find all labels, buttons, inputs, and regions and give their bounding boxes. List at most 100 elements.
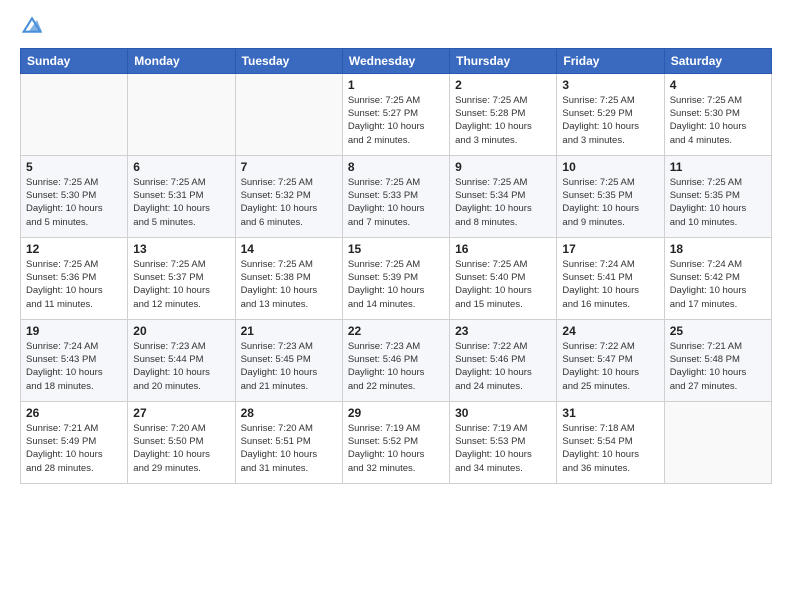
day-info: Sunrise: 7:25 AM Sunset: 5:30 PM Dayligh…: [670, 94, 766, 147]
day-number: 2: [455, 78, 551, 92]
calendar-cell: 26Sunrise: 7:21 AM Sunset: 5:49 PM Dayli…: [21, 401, 128, 483]
calendar-cell: 2 Sunrise: 7:25 AM Sunset: 5:28 PM Daylig…: [450, 73, 557, 155]
day-number: 22: [348, 324, 444, 338]
day-info: Sunrise: 7:25 AM Sunset: 5:33 PM Dayligh…: [348, 176, 444, 229]
calendar-cell: 22 Sunrise: 7:23 AM Sunset: 5:46 PM Dayli…: [342, 319, 449, 401]
day-info: Sunrise: 7:23 AM Sunset: 5:46 PM Dayligh…: [348, 340, 444, 393]
day-info: Sunrise: 7:25 AM Sunset: 5:35 PM Dayligh…: [562, 176, 658, 229]
calendar-week-4: 19 Sunrise: 7:24 AM Sunset: 5:43 PM Dayli…: [21, 319, 772, 401]
day-number: 8: [348, 160, 444, 174]
calendar-cell: 30Sunrise: 7:19 AM Sunset: 5:53 PM Dayli…: [450, 401, 557, 483]
calendar-cell: 18 Sunrise: 7:24 AM Sunset: 5:42 PM Dayli…: [664, 237, 771, 319]
day-number: 4: [670, 78, 766, 92]
day-number: 3: [562, 78, 658, 92]
day-number: 19: [26, 324, 122, 338]
day-number: 29: [348, 406, 444, 420]
calendar-week-2: 5 Sunrise: 7:25 AM Sunset: 5:30 PM Daylig…: [21, 155, 772, 237]
day-info: Sunrise: 7:23 AM Sunset: 5:44 PM Dayligh…: [133, 340, 229, 393]
calendar-cell: 24Sunrise: 7:22 AM Sunset: 5:47 PM Dayli…: [557, 319, 664, 401]
day-info: Sunrise: 7:25 AM Sunset: 5:37 PM Dayligh…: [133, 258, 229, 311]
day-info: Sunrise: 7:19 AM Sunset: 5:53 PM Dayligh…: [455, 422, 551, 475]
day-info: Sunrise: 7:25 AM Sunset: 5:29 PM Dayligh…: [562, 94, 658, 147]
weekday-header-row: SundayMondayTuesdayWednesdayThursdayFrid…: [21, 48, 772, 73]
calendar-cell: 27 Sunrise: 7:20 AM Sunset: 5:50 PM Dayli…: [128, 401, 235, 483]
day-info: Sunrise: 7:25 AM Sunset: 5:30 PM Dayligh…: [26, 176, 122, 229]
weekday-sunday: Sunday: [21, 48, 128, 73]
day-info: Sunrise: 7:25 AM Sunset: 5:28 PM Dayligh…: [455, 94, 551, 147]
day-info: Sunrise: 7:21 AM Sunset: 5:48 PM Dayligh…: [670, 340, 766, 393]
day-number: 1: [348, 78, 444, 92]
calendar-header: SundayMondayTuesdayWednesdayThursdayFrid…: [21, 48, 772, 73]
day-info: Sunrise: 7:25 AM Sunset: 5:39 PM Dayligh…: [348, 258, 444, 311]
day-number: 31: [562, 406, 658, 420]
day-info: Sunrise: 7:25 AM Sunset: 5:36 PM Dayligh…: [26, 258, 122, 311]
weekday-saturday: Saturday: [664, 48, 771, 73]
day-info: Sunrise: 7:25 AM Sunset: 5:35 PM Dayligh…: [670, 176, 766, 229]
calendar-cell: [664, 401, 771, 483]
calendar-cell: 6 Sunrise: 7:25 AM Sunset: 5:31 PM Daylig…: [128, 155, 235, 237]
day-info: Sunrise: 7:25 AM Sunset: 5:34 PM Dayligh…: [455, 176, 551, 229]
calendar-cell: 20Sunrise: 7:23 AM Sunset: 5:44 PM Dayli…: [128, 319, 235, 401]
day-number: 5: [26, 160, 122, 174]
day-number: 9: [455, 160, 551, 174]
weekday-wednesday: Wednesday: [342, 48, 449, 73]
calendar-table: SundayMondayTuesdayWednesdayThursdayFrid…: [20, 48, 772, 484]
calendar-cell: 14Sunrise: 7:25 AM Sunset: 5:38 PM Dayli…: [235, 237, 342, 319]
calendar-cell: 13 Sunrise: 7:25 AM Sunset: 5:37 PM Dayli…: [128, 237, 235, 319]
calendar-cell: 15 Sunrise: 7:25 AM Sunset: 5:39 PM Dayli…: [342, 237, 449, 319]
calendar-cell: 25 Sunrise: 7:21 AM Sunset: 5:48 PM Dayli…: [664, 319, 771, 401]
day-number: 18: [670, 242, 766, 256]
day-number: 6: [133, 160, 229, 174]
calendar-cell: 28Sunrise: 7:20 AM Sunset: 5:51 PM Dayli…: [235, 401, 342, 483]
day-number: 13: [133, 242, 229, 256]
weekday-friday: Friday: [557, 48, 664, 73]
day-number: 23: [455, 324, 551, 338]
day-info: Sunrise: 7:25 AM Sunset: 5:40 PM Dayligh…: [455, 258, 551, 311]
day-info: Sunrise: 7:21 AM Sunset: 5:49 PM Dayligh…: [26, 422, 122, 475]
weekday-monday: Monday: [128, 48, 235, 73]
day-info: Sunrise: 7:19 AM Sunset: 5:52 PM Dayligh…: [348, 422, 444, 475]
calendar-cell: 11Sunrise: 7:25 AM Sunset: 5:35 PM Dayli…: [664, 155, 771, 237]
calendar-cell: 12 Sunrise: 7:25 AM Sunset: 5:36 PM Dayli…: [21, 237, 128, 319]
calendar-week-3: 12 Sunrise: 7:25 AM Sunset: 5:36 PM Dayli…: [21, 237, 772, 319]
calendar-week-5: 26Sunrise: 7:21 AM Sunset: 5:49 PM Dayli…: [21, 401, 772, 483]
calendar-cell: 3 Sunrise: 7:25 AM Sunset: 5:29 PM Daylig…: [557, 73, 664, 155]
day-number: 17: [562, 242, 658, 256]
day-info: Sunrise: 7:24 AM Sunset: 5:41 PM Dayligh…: [562, 258, 658, 311]
calendar-cell: 23 Sunrise: 7:22 AM Sunset: 5:46 PM Dayli…: [450, 319, 557, 401]
day-info: Sunrise: 7:18 AM Sunset: 5:54 PM Dayligh…: [562, 422, 658, 475]
calendar-cell: [128, 73, 235, 155]
day-number: 12: [26, 242, 122, 256]
day-number: 21: [241, 324, 337, 338]
day-info: Sunrise: 7:23 AM Sunset: 5:45 PM Dayligh…: [241, 340, 337, 393]
day-info: Sunrise: 7:25 AM Sunset: 5:38 PM Dayligh…: [241, 258, 337, 311]
day-number: 10: [562, 160, 658, 174]
day-number: 15: [348, 242, 444, 256]
calendar-cell: 19 Sunrise: 7:24 AM Sunset: 5:43 PM Dayli…: [21, 319, 128, 401]
calendar-cell: 4 Sunrise: 7:25 AM Sunset: 5:30 PM Daylig…: [664, 73, 771, 155]
calendar-body: 1 Sunrise: 7:25 AM Sunset: 5:27 PM Daylig…: [21, 73, 772, 483]
weekday-thursday: Thursday: [450, 48, 557, 73]
page-header: [20, 15, 772, 40]
logo: [20, 15, 42, 40]
day-info: Sunrise: 7:25 AM Sunset: 5:31 PM Dayligh…: [133, 176, 229, 229]
calendar-cell: 16 Sunrise: 7:25 AM Sunset: 5:40 PM Dayli…: [450, 237, 557, 319]
calendar-cell: 5 Sunrise: 7:25 AM Sunset: 5:30 PM Daylig…: [21, 155, 128, 237]
calendar-cell: 8 Sunrise: 7:25 AM Sunset: 5:33 PM Daylig…: [342, 155, 449, 237]
calendar-cell: 21 Sunrise: 7:23 AM Sunset: 5:45 PM Dayli…: [235, 319, 342, 401]
calendar-cell: 7Sunrise: 7:25 AM Sunset: 5:32 PM Daylig…: [235, 155, 342, 237]
day-number: 27: [133, 406, 229, 420]
day-number: 24: [562, 324, 658, 338]
day-info: Sunrise: 7:22 AM Sunset: 5:46 PM Dayligh…: [455, 340, 551, 393]
weekday-tuesday: Tuesday: [235, 48, 342, 73]
day-info: Sunrise: 7:24 AM Sunset: 5:42 PM Dayligh…: [670, 258, 766, 311]
day-info: Sunrise: 7:24 AM Sunset: 5:43 PM Dayligh…: [26, 340, 122, 393]
calendar-cell: 17 Sunrise: 7:24 AM Sunset: 5:41 PM Dayli…: [557, 237, 664, 319]
day-info: Sunrise: 7:20 AM Sunset: 5:50 PM Dayligh…: [133, 422, 229, 475]
day-info: Sunrise: 7:25 AM Sunset: 5:27 PM Dayligh…: [348, 94, 444, 147]
calendar-cell: [235, 73, 342, 155]
calendar-cell: 31 Sunrise: 7:18 AM Sunset: 5:54 PM Dayli…: [557, 401, 664, 483]
calendar-cell: 10 Sunrise: 7:25 AM Sunset: 5:35 PM Dayli…: [557, 155, 664, 237]
day-number: 25: [670, 324, 766, 338]
day-number: 16: [455, 242, 551, 256]
